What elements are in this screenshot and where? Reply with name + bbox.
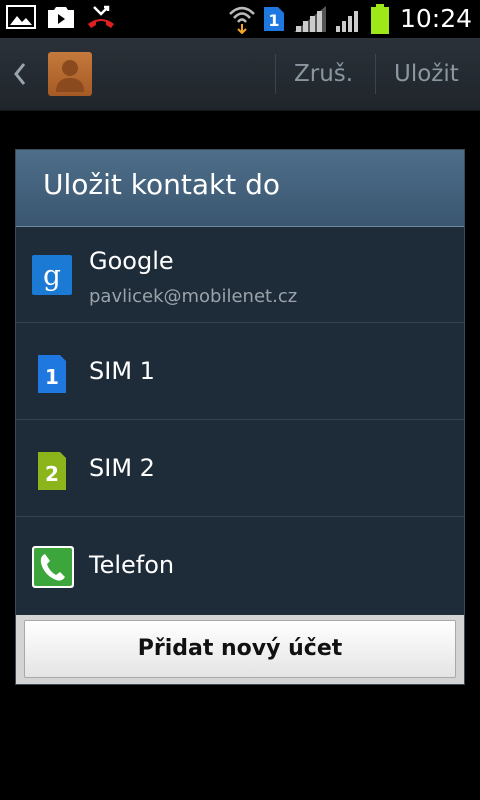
svg-text:1: 1 <box>45 365 59 389</box>
account-item-sim1[interactable]: 1 SIM 1 <box>16 324 464 420</box>
action-bar: Zruš. Uložit <box>0 38 480 111</box>
clock: 10:24 <box>399 4 472 33</box>
signal-icon <box>293 6 326 32</box>
add-account-button[interactable]: Přidat nový účet <box>24 620 456 678</box>
back-icon[interactable] <box>10 60 30 88</box>
sim2-icon: 2 <box>38 452 66 490</box>
account-label: Google <box>89 247 174 275</box>
svg-text:1: 1 <box>268 11 279 30</box>
save-button[interactable]: Uložit <box>394 58 459 90</box>
divider <box>375 54 376 94</box>
divider <box>275 54 276 94</box>
signal-icon <box>335 11 358 32</box>
dialog-footer: Přidat nový účet <box>16 615 464 684</box>
account-item-google[interactable]: g Google pavlicek@mobilenet.cz <box>16 227 464 323</box>
svg-text:g: g <box>43 259 61 292</box>
wifi-icon <box>229 6 255 34</box>
cancel-button[interactable]: Zruš. <box>294 58 353 90</box>
dialog-header: Uložit kontakt do <box>16 150 464 227</box>
svg-text:2: 2 <box>45 462 59 486</box>
google-icon: g <box>32 255 72 295</box>
dialog-title: Uložit kontakt do <box>43 168 280 201</box>
missed-call-icon <box>88 5 114 28</box>
account-label: Telefon <box>89 551 175 579</box>
save-contact-dialog: Uložit kontakt do g Google pavlicek@mobi… <box>15 149 465 685</box>
battery-icon <box>370 4 389 34</box>
account-item-phone[interactable]: Telefon <box>16 518 464 614</box>
account-email: pavlicek@mobilenet.cz <box>89 286 298 307</box>
sim-icon: 1 <box>263 7 284 31</box>
contact-avatar[interactable] <box>48 52 92 96</box>
account-item-sim2[interactable]: 2 SIM 2 <box>16 421 464 517</box>
status-bar: 1 10:24 <box>0 0 480 38</box>
account-label: SIM 2 <box>89 454 155 482</box>
media-icon <box>48 7 74 28</box>
gallery-icon <box>6 5 36 29</box>
person-icon <box>56 60 84 92</box>
sim1-icon: 1 <box>38 355 66 393</box>
phone-icon <box>32 546 74 588</box>
account-label: SIM 1 <box>89 357 155 385</box>
